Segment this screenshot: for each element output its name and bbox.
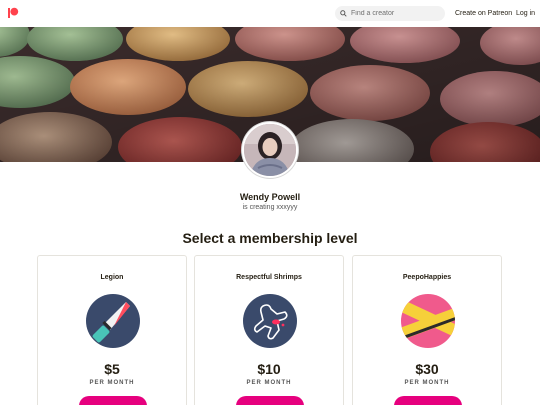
tier-period: PER MONTH	[89, 380, 135, 386]
top-navigation: Create on Patreon Log in	[0, 0, 540, 27]
tier-price: $30	[415, 361, 439, 377]
chalk-outline-icon	[243, 294, 297, 348]
tier-name: Legion	[100, 274, 124, 281]
tier-name: PeepoHappies	[402, 274, 452, 281]
knife-icon	[86, 294, 140, 348]
join-tier-legion-button[interactable]	[79, 396, 147, 405]
tier-period: PER MONTH	[246, 380, 292, 386]
avatar-photo	[244, 124, 296, 176]
search-input[interactable]	[351, 10, 436, 17]
tier-card-legion: Legion $5 PER MONTH	[37, 255, 187, 405]
create-on-patreon-link[interactable]: Create on Patreon	[455, 10, 512, 17]
tier-card-peepohappies: PeepoHappies $30 PER MONTH	[352, 255, 502, 405]
join-tier-respectful-shrimps-button[interactable]	[236, 396, 304, 405]
tier-card-respectful-shrimps: Respectful Shrimps $10 PER MONTH	[194, 255, 344, 405]
tier-name: Respectful Shrimps	[236, 274, 302, 281]
tier-price: $10	[257, 361, 281, 377]
creator-avatar[interactable]	[242, 122, 298, 178]
tier-price: $5	[104, 361, 120, 377]
search-icon	[340, 10, 347, 17]
membership-section-title: Select a membership level	[182, 230, 358, 246]
crime-scene-tape-icon	[401, 294, 455, 348]
patreon-logo-icon[interactable]	[7, 7, 19, 19]
creator-tagline: is creating xxxyyy	[242, 204, 298, 211]
creator-name: Wendy Powell	[239, 192, 301, 202]
log-in-link[interactable]: Log in	[516, 10, 535, 17]
tier-period: PER MONTH	[404, 380, 450, 386]
search-box[interactable]	[335, 6, 445, 21]
join-tier-peepohappies-button[interactable]	[394, 396, 462, 405]
